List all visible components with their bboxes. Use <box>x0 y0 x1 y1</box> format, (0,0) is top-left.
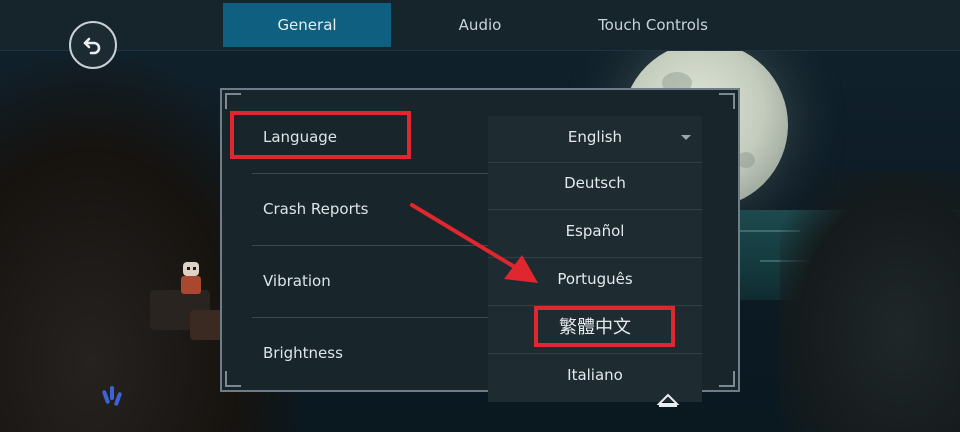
tab-audio[interactable]: Audio <box>400 3 560 47</box>
setting-brightness-label[interactable]: Brightness <box>263 344 343 362</box>
panel-corner-ornament <box>225 93 241 109</box>
setting-vibration-label[interactable]: Vibration <box>263 272 331 290</box>
caret-up-icon[interactable] <box>656 390 680 408</box>
right-cliff <box>780 170 960 432</box>
tab-touch-controls[interactable]: Touch Controls <box>568 3 738 47</box>
panel-corner-ornament <box>225 371 241 387</box>
red-arrow-icon <box>410 203 538 283</box>
chevron-down-icon[interactable] <box>681 135 691 140</box>
highlight-box-language <box>230 111 411 159</box>
player-character <box>178 262 204 296</box>
panel-corner-ornament <box>719 371 735 387</box>
setting-crash-reports-label[interactable]: Crash Reports <box>263 200 368 218</box>
language-selected-value[interactable]: English <box>488 114 702 161</box>
highlight-box-traditional-chinese <box>534 306 675 347</box>
tab-general[interactable]: General <box>223 3 391 47</box>
blue-plant <box>100 382 124 412</box>
panel-corner-ornament <box>719 93 735 109</box>
back-button[interactable] <box>69 21 117 69</box>
row-divider <box>252 317 507 318</box>
settings-tab-bar: General Audio Touch Controls <box>0 0 960 51</box>
row-divider <box>252 173 507 174</box>
undo-arrow-icon <box>83 37 101 55</box>
